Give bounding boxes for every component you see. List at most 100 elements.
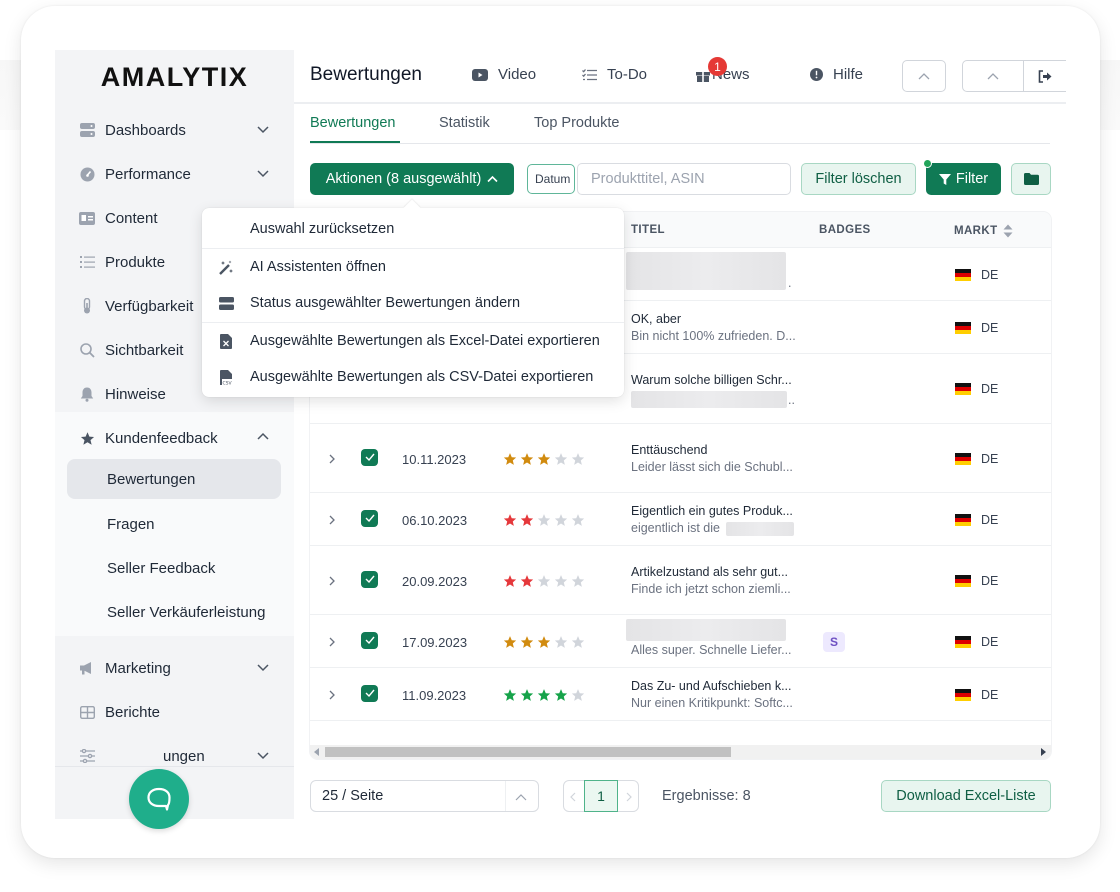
menu-item-export-csv[interactable]: CSV Ausgewählte Bewertungen als CSV-Date… xyxy=(202,359,624,395)
tab-top-produkte[interactable]: Top Produkte xyxy=(534,115,619,131)
menu-item-label: Ausgewählte Bewertungen als CSV-Datei ex… xyxy=(250,369,594,385)
sidebar-item-kundenfeedback[interactable]: Kundenfeedback xyxy=(55,418,294,458)
horizontal-scrollbar[interactable] xyxy=(310,745,1051,759)
date-filter-button[interactable]: Datum xyxy=(527,164,575,194)
active-tab-indicator xyxy=(310,141,400,143)
workspace-dropdown-button[interactable] xyxy=(962,60,1024,92)
row-checkbox[interactable] xyxy=(361,448,378,466)
help-link[interactable]: Hilfe xyxy=(810,66,863,83)
star-filled-icon xyxy=(503,452,517,465)
review-badge: S xyxy=(823,631,845,652)
chevron-down-icon xyxy=(257,170,269,178)
sidebar-item-label: Content xyxy=(105,209,158,227)
todo-link[interactable]: To-Do xyxy=(582,66,647,83)
expand-row-icon[interactable] xyxy=(326,514,338,526)
download-excel-button[interactable]: Download Excel-Liste xyxy=(881,780,1051,812)
sidebar-subitem-seller-verkaeuferleistung[interactable]: Seller Verkäuferleistung xyxy=(67,592,281,632)
funnel-icon xyxy=(938,173,951,185)
sidebar-subitem-seller-feedback[interactable]: Seller Feedback xyxy=(67,548,281,588)
chat-button[interactable] xyxy=(129,769,189,829)
scroll-right-icon[interactable] xyxy=(1040,748,1046,756)
review-date: 10.11.2023 xyxy=(402,451,467,467)
row-checkbox[interactable] xyxy=(361,509,378,527)
account-dropdown-button[interactable] xyxy=(902,60,946,92)
sidebar-subitem-bewertungen[interactable]: Bewertungen xyxy=(67,459,281,499)
magic-wand-icon xyxy=(218,259,234,275)
row-checkbox[interactable] xyxy=(361,684,378,702)
menu-item-change-status[interactable]: Status ausgewählter Bewertungen ändern xyxy=(202,285,624,321)
actions-button[interactable]: Aktionen (8 ausgewählt) xyxy=(310,163,514,195)
column-header-titel[interactable]: TITEL xyxy=(631,224,665,236)
row-checkbox[interactable] xyxy=(361,570,378,588)
current-page[interactable]: 1 xyxy=(584,780,618,812)
column-header-badges: BADGES xyxy=(819,224,871,236)
tab-bewertungen[interactable]: Bewertungen xyxy=(310,115,395,131)
sidebar-item-label: ungen xyxy=(163,747,205,765)
search-input[interactable] xyxy=(577,163,791,195)
table-row[interactable]: 10.11.2023 Enttäuschend Leider lässt sich … xyxy=(310,424,1051,493)
prev-page-icon[interactable] xyxy=(570,792,576,802)
scrollbar-thumb[interactable] xyxy=(325,747,731,757)
menu-item-export-excel[interactable]: Ausgewählte Bewertungen als Excel-Datei … xyxy=(202,323,624,359)
row-checkbox[interactable] xyxy=(361,631,378,649)
menu-item-label: Ausgewählte Bewertungen als Excel-Datei … xyxy=(250,333,600,349)
market-code: DE xyxy=(981,634,999,649)
review-title[interactable]: Artikelzustand als sehr gut... xyxy=(631,565,788,579)
star-empty-icon xyxy=(571,635,585,648)
scroll-left-icon[interactable] xyxy=(314,748,320,756)
sidebar-item-performance[interactable]: Performance xyxy=(55,154,294,194)
sidebar-subitem-fragen[interactable]: Fragen xyxy=(67,504,281,544)
chevron-up-icon xyxy=(487,175,498,183)
chevron-up-icon xyxy=(987,73,999,80)
table-row[interactable]: 20.09.2023 Artikelzustand als sehr gut...… xyxy=(310,546,1051,615)
germany-flag-icon xyxy=(955,635,971,648)
menu-item-reset-selection[interactable]: Auswahl zurücksetzen xyxy=(202,211,624,247)
market-cell: DE xyxy=(955,635,998,649)
sidebar-item-dashboards[interactable]: Dashboards xyxy=(55,110,294,150)
sidebar-item-berichte[interactable]: Berichte xyxy=(55,692,294,732)
table-row[interactable]: 17.09.2023 Alles super. Schnelle Liefer..… xyxy=(310,615,1051,668)
thermometer-icon xyxy=(79,298,95,314)
filter-button[interactable]: Filter xyxy=(926,163,1001,195)
menu-item-label: Auswahl zurücksetzen xyxy=(250,221,395,237)
select-divider xyxy=(505,781,506,811)
star-filled-icon xyxy=(537,635,551,648)
expand-row-icon[interactable] xyxy=(326,689,338,701)
star-empty-icon xyxy=(554,574,568,587)
search-icon xyxy=(79,342,95,358)
review-title[interactable]: Das Zu- und Aufschieben k... xyxy=(631,679,792,693)
market-code: DE xyxy=(981,687,999,702)
redacted-text xyxy=(631,391,787,408)
next-page-icon[interactable] xyxy=(626,792,632,802)
menu-item-ai-assistant[interactable]: AI Assistenten öffnen xyxy=(202,249,624,285)
saved-filters-button[interactable] xyxy=(1011,163,1051,195)
redacted-text xyxy=(726,521,794,536)
video-link[interactable]: Video xyxy=(472,66,536,83)
sidebar-item-label: Hinweise xyxy=(105,385,166,403)
germany-flag-icon xyxy=(955,688,971,701)
results-count: Ergebnisse: 8 xyxy=(662,788,751,804)
expand-row-icon[interactable] xyxy=(326,453,338,465)
sidebar-item-marketing[interactable]: Marketing xyxy=(55,648,294,688)
tab-statistik[interactable]: Statistik xyxy=(439,115,490,131)
sign-out-icon xyxy=(1038,69,1051,83)
table-row[interactable]: 11.09.2023 Das Zu- und Aufschieben k... Nu… xyxy=(310,668,1051,721)
page-size-select[interactable]: 25 / Seite xyxy=(310,780,539,812)
list-icon xyxy=(79,254,95,270)
sidebar-item-label: Sichtbarkeit xyxy=(105,341,184,359)
filter-active-indicator xyxy=(923,159,932,168)
news-link[interactable]: 1 News xyxy=(696,57,750,83)
review-title[interactable]: Eigentlich ein gutes Produk... xyxy=(631,504,793,518)
sort-icon[interactable] xyxy=(1003,224,1013,238)
clear-filter-button[interactable]: Filter löschen xyxy=(801,163,916,195)
expand-row-icon[interactable] xyxy=(326,636,338,648)
table-row[interactable]: 06.10.2023 Eigentlich ein gutes Produk...… xyxy=(310,493,1051,546)
review-date: 06.10.2023 xyxy=(402,512,468,528)
review-title[interactable]: OK, aber xyxy=(631,312,681,326)
review-title[interactable]: Enttäuschend xyxy=(631,443,707,457)
logout-button[interactable] xyxy=(1023,60,1066,92)
expand-row-icon[interactable] xyxy=(326,575,338,587)
column-header-markt[interactable]: MARKT xyxy=(954,224,1013,238)
germany-flag-icon xyxy=(955,268,971,281)
review-title[interactable]: Warum solche billigen Schr... xyxy=(631,373,792,387)
